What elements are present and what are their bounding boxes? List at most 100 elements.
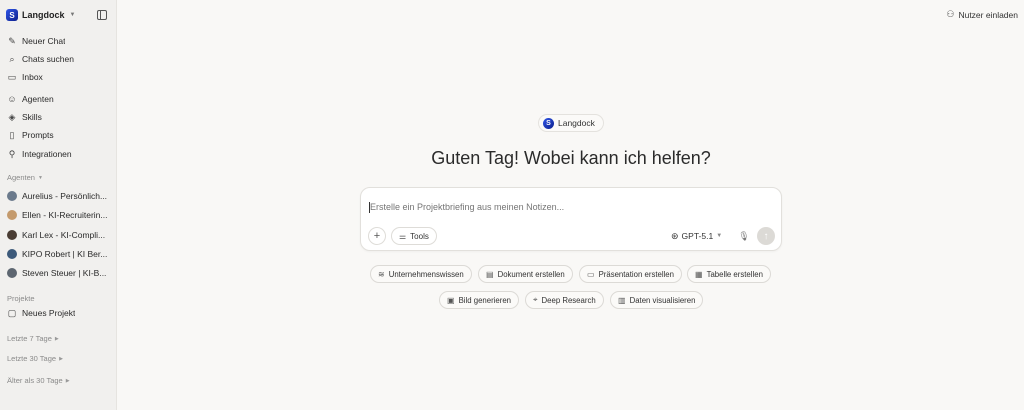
sidebar-agent-aurelius[interactable]: Aurelius - Persönlich... [4,188,112,204]
projects-section-header: Projekte [7,294,35,303]
folder-plus-icon: ▢ [7,307,17,318]
chat-input[interactable] [370,202,760,212]
sidebar-item-integrations[interactable]: ⚲ Integrationen [4,146,112,162]
model-selector[interactable]: ⊛ GPT-5.1 ▼ [671,228,722,244]
openai-icon: ⊛ [671,230,679,241]
sidebar-item-label: Aurelius - Persönlich... [22,191,108,201]
chip-label: Tabelle erstellen [706,269,763,279]
microphone-icon: 🎙︎ [738,230,750,241]
bar-chart-icon: ▥ [618,295,626,305]
avatar [7,268,17,278]
history-last-7-days[interactable]: Letzte 7 Tage ▶ [7,334,59,343]
suggestion-deep-research[interactable]: ⌖ Deep Research [525,291,604,309]
sidebar-item-label: Integrationen [22,149,72,159]
layers-icon: ◈ [8,111,16,122]
chat-composer: + ⚌ Tools ⊛ GPT-5.1 ▼ 🎙︎ ↑ [360,187,782,251]
sidebar-agent-steven-steuer[interactable]: Steven Steuer | KI-B... [4,265,112,281]
table-icon: ▦ [695,269,703,279]
chevron-down-icon: ▼ [716,233,723,239]
history-older-30-days[interactable]: Älter als 30 Tage ▶ [7,376,70,385]
workspace-switcher[interactable]: S Langdock ▼ [6,8,75,22]
section-label: Älter als 30 Tage [7,376,63,385]
sidebar-item-label: Inbox [22,72,43,82]
sidebar: S Langdock ▼ ✎ Neuer Chat ⌕ Chats suchen… [0,0,117,410]
arrow-up-icon: ↑ [763,230,769,242]
chip-label: Präsentation erstellen [598,269,674,279]
sidebar-item-skills[interactable]: ◈ Skills [4,109,112,125]
inbox-icon: ▭ [7,71,17,82]
microphone-button[interactable]: 🎙︎ [735,227,753,245]
chevron-down-icon: ▼ [37,174,43,181]
chip-label: Bild generieren [458,295,512,305]
chevron-right-icon: ▶ [59,355,63,362]
history-last-30-days[interactable]: Letzte 30 Tage ▶ [7,354,63,363]
section-label: Letzte 7 Tage [7,334,52,343]
chip-label: Daten visualisieren [629,295,696,305]
agents-section-header[interactable]: Agenten ▼ [7,173,43,182]
suggestion-create-table[interactable]: ▦ Tabelle erstellen [687,265,771,283]
avatar [7,210,17,220]
sidebar-agent-ellen[interactable]: Ellen - KI-Recruiterin... [4,207,112,223]
invite-users-button[interactable]: ⚇ Nutzer einladen [946,9,1018,20]
chip-label: Deep Research [541,295,596,305]
sliders-icon: ⚌ [399,231,407,241]
sidebar-item-label: Steven Steuer | KI-B... [22,268,107,278]
suggestion-create-presentation[interactable]: ▭ Präsentation erstellen [579,265,682,283]
sidebar-item-label: Neuer Chat [22,36,66,46]
sidebar-item-label: KIPO Robert | KI Ber... [22,249,108,259]
sidebar-agent-karl-lex[interactable]: Karl Lex - KI-Compli... [4,227,112,243]
user-plus-icon: ⚇ [946,9,955,19]
section-label: Projekte [7,294,35,303]
document-icon: ▤ [486,269,494,279]
sidebar-agent-kipo-robert[interactable]: KIPO Robert | KI Ber... [4,246,112,262]
chip-label: Unternehmenswissen [388,269,464,279]
chevron-down-icon: ▼ [69,12,76,18]
book-icon: ▯ [9,129,15,140]
model-label: GPT-5.1 [681,231,714,241]
greeting-headline: Guten Tag! Wobei kann ich helfen? [431,148,711,168]
plug-icon: ⚲ [8,148,16,159]
search-icon: ⌕ [9,53,15,64]
sidebar-item-inbox[interactable]: ▭ Inbox [4,69,112,85]
suggestion-create-document[interactable]: ▤ Dokument erstellen [478,265,573,283]
sidebar-item-new-project[interactable]: ▢ Neues Projekt [4,305,112,321]
sidebar-item-label: Prompts [22,130,54,140]
suggestion-visualize-data[interactable]: ▥ Daten visualisieren [610,291,704,309]
section-label: Agenten [7,173,35,182]
avatar [7,230,17,240]
send-button[interactable]: ↑ [757,227,775,245]
sidebar-item-prompts[interactable]: ▯ Prompts [4,127,112,143]
sidebar-item-label: Skills [22,112,42,122]
sidebar-item-label: Chats suchen [22,54,74,64]
add-attachment-button[interactable]: + [368,227,386,245]
sidebar-item-search-chats[interactable]: ⌕ Chats suchen [4,51,112,67]
agents-icon: ☺ [7,94,17,104]
chevron-right-icon: ▶ [65,377,70,384]
plus-icon: + [373,230,381,242]
avatar [7,191,17,201]
sidebar-toggle-icon[interactable] [97,10,107,20]
chevron-right-icon: ▶ [54,335,59,342]
chip-label: Dokument erstellen [497,269,565,279]
sidebar-item-label: Agenten [22,94,54,104]
image-icon: ▣ [447,295,455,305]
langdock-logo-icon: S [6,9,18,21]
section-label: Letzte 30 Tage [7,354,57,363]
sidebar-item-agents[interactable]: ☺ Agenten [4,91,112,107]
tools-label: Tools [410,231,429,241]
badge-label: Langdock [558,118,595,128]
tools-button[interactable]: ⚌ Tools [391,227,437,245]
suggestion-generate-image[interactable]: ▣ Bild generieren [439,291,520,309]
telescope-icon: ⌖ [533,295,538,304]
sidebar-item-new-chat[interactable]: ✎ Neuer Chat [4,33,112,49]
langdock-badge: S Langdock [538,114,604,132]
edit-icon: ✎ [8,35,16,46]
suggestion-company-knowledge[interactable]: ≋ Unternehmenswissen [370,265,472,283]
presentation-icon: ▭ [587,269,595,279]
database-icon: ≋ [378,269,385,279]
avatar [7,249,17,259]
sidebar-item-label: Neues Projekt [22,308,76,318]
workspace-name: Langdock [22,10,65,20]
invite-label: Nutzer einladen [958,9,1018,20]
langdock-logo-icon: S [543,117,554,129]
